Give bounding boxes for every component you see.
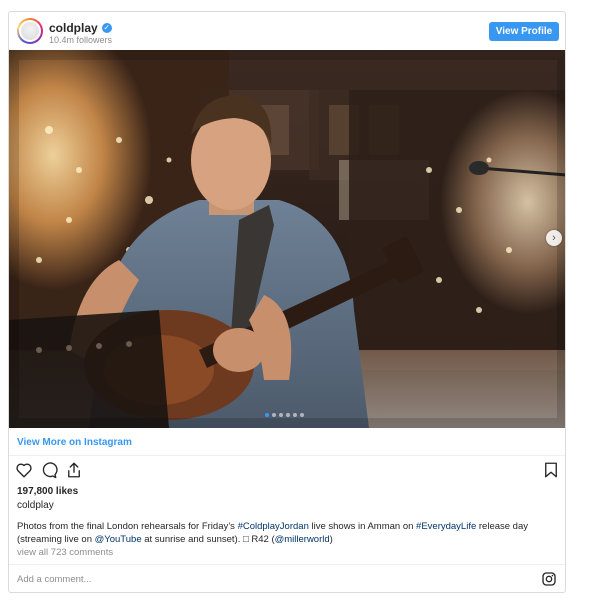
- mention-link[interactable]: @millerworld: [275, 534, 330, 545]
- caption-text: Photos from the final London rehearsals …: [17, 521, 238, 532]
- add-comment-input[interactable]: Add a comment...: [17, 574, 91, 585]
- mention-link[interactable]: @YouTube: [95, 534, 142, 545]
- carousel-dot: [300, 413, 304, 417]
- comment-bar: Add a comment...: [9, 564, 565, 592]
- carousel-next-button[interactable]: ›: [546, 230, 562, 246]
- bookmark-icon[interactable]: [542, 461, 560, 479]
- caption-text: at sunrise and sunset). □ R42 (: [141, 534, 275, 545]
- carousel-dot: [279, 413, 283, 417]
- heart-icon[interactable]: [15, 461, 33, 479]
- hashtag-link[interactable]: #ColdplayJordan: [238, 521, 309, 532]
- follower-count: 10.4m followers: [49, 35, 113, 45]
- caption-text: ): [329, 534, 333, 545]
- instagram-logo-icon[interactable]: [541, 571, 557, 587]
- carousel-dot: [272, 413, 276, 417]
- hashtag-link[interactable]: #EverydayLife: [416, 521, 476, 532]
- action-bar: [9, 456, 565, 482]
- post-caption: Photos from the final London rehearsals …: [17, 520, 562, 546]
- carousel-dot-active: [265, 413, 269, 417]
- avatar[interactable]: [17, 18, 43, 44]
- view-more-link[interactable]: View More on Instagram: [17, 437, 132, 448]
- carousel-indicator: [265, 413, 304, 417]
- comment-icon[interactable]: [40, 461, 58, 479]
- verified-badge-icon: ✓: [101, 23, 112, 33]
- share-icon[interactable]: [65, 461, 83, 479]
- caption-text: live shows in Amman on: [308, 521, 417, 532]
- carousel-dot: [286, 413, 290, 417]
- username-row: coldplay ✓: [49, 21, 112, 35]
- photo-illustration: [9, 50, 565, 428]
- post-header: coldplay ✓ 10.4m followers View Profile: [9, 12, 565, 50]
- caption-username[interactable]: coldplay: [17, 500, 54, 511]
- view-more-section: View More on Instagram: [9, 428, 565, 456]
- view-comments-link[interactable]: view all 723 comments: [17, 547, 113, 558]
- instagram-embed-card: coldplay ✓ 10.4m followers View Profile: [8, 11, 566, 593]
- carousel-dot: [293, 413, 297, 417]
- post-photo[interactable]: ›: [9, 50, 565, 428]
- view-profile-button[interactable]: View Profile: [489, 22, 559, 41]
- username[interactable]: coldplay: [49, 21, 98, 35]
- like-count[interactable]: 197,800 likes: [17, 486, 78, 497]
